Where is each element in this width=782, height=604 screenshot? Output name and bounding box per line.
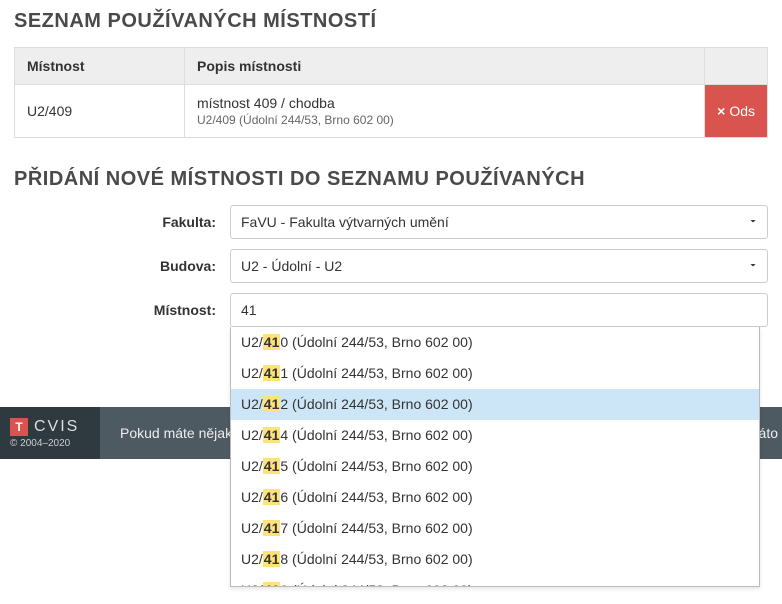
budova-label: Budova: xyxy=(14,258,230,274)
room-desc: místnost 409 / chodbaU2/409 (Údolní 244/… xyxy=(185,85,705,138)
logo-text: CVIS xyxy=(34,418,79,436)
autocomplete-item[interactable]: U2/418 (Údolní 244/53, Brno 602 00) xyxy=(231,544,759,575)
match-highlight: 41 xyxy=(263,396,281,412)
close-icon: × xyxy=(717,103,725,119)
match-highlight: 41 xyxy=(263,582,281,587)
fakulta-label: Fakulta: xyxy=(14,214,230,230)
match-highlight: 41 xyxy=(263,520,281,536)
remove-button[interactable]: ×Ods xyxy=(705,85,768,138)
match-highlight: 41 xyxy=(263,334,281,350)
table-row: U2/409místnost 409 / chodbaU2/409 (Údoln… xyxy=(15,85,768,138)
autocomplete-list: U2/410 (Údolní 244/53, Brno 602 00)U2/41… xyxy=(230,327,760,587)
col-header-desc: Popis místnosti xyxy=(185,48,705,85)
rooms-list-title: SEZNAM POUŽÍVANÝCH MÍSTNOSTÍ xyxy=(14,10,768,33)
add-room-title: PŘIDÁNÍ NOVÉ MÍSTNOSTI DO SEZNAMU POUŽÍV… xyxy=(14,168,768,191)
fakulta-select[interactable]: FaVU - Fakulta výtvarných umění xyxy=(230,205,768,239)
logo-box: T CVIS © 2004–2020 xyxy=(0,407,100,459)
match-highlight: 41 xyxy=(263,458,281,474)
fakulta-value: FaVU - Fakulta výtvarných umění xyxy=(241,214,449,230)
budova-select[interactable]: U2 - Údolní - U2 xyxy=(230,249,768,283)
autocomplete-item[interactable]: U2/414 (Údolní 244/53, Brno 602 00) xyxy=(231,420,759,451)
room-code: U2/409 xyxy=(15,85,185,138)
chevron-down-icon xyxy=(747,214,759,230)
mistnost-label: Místnost: xyxy=(14,302,230,318)
autocomplete-item[interactable]: U2/417 (Údolní 244/53, Brno 602 00) xyxy=(231,513,759,544)
autocomplete-item[interactable]: U2/412 (Údolní 244/53, Brno 602 00) xyxy=(231,389,759,420)
autocomplete-item[interactable]: U2/411 (Údolní 244/53, Brno 602 00) xyxy=(231,358,759,389)
col-header-action xyxy=(705,48,768,85)
match-highlight: 41 xyxy=(263,551,281,567)
match-highlight: 41 xyxy=(263,489,281,505)
autocomplete-item[interactable]: U2/415 (Údolní 244/53, Brno 602 00) xyxy=(231,451,759,482)
col-header-room: Místnost xyxy=(15,48,185,85)
match-highlight: 41 xyxy=(263,427,281,443)
logo-icon: T xyxy=(10,418,28,436)
autocomplete-item[interactable]: U2/410 (Údolní 244/53, Brno 602 00) xyxy=(231,327,759,358)
rooms-table: Místnost Popis místnosti U2/409místnost … xyxy=(14,47,768,138)
remove-label: Ods xyxy=(729,103,755,119)
mistnost-input[interactable] xyxy=(230,293,768,327)
budova-value: U2 - Údolní - U2 xyxy=(241,258,342,274)
autocomplete-item[interactable]: U2/416 (Údolní 244/53, Brno 602 00) xyxy=(231,482,759,513)
match-highlight: 41 xyxy=(263,365,281,381)
autocomplete-item[interactable]: U2/419 (Údolní 244/53, Brno 602 00) xyxy=(231,575,759,587)
copyright: © 2004–2020 xyxy=(10,438,70,449)
chevron-down-icon xyxy=(747,258,759,274)
